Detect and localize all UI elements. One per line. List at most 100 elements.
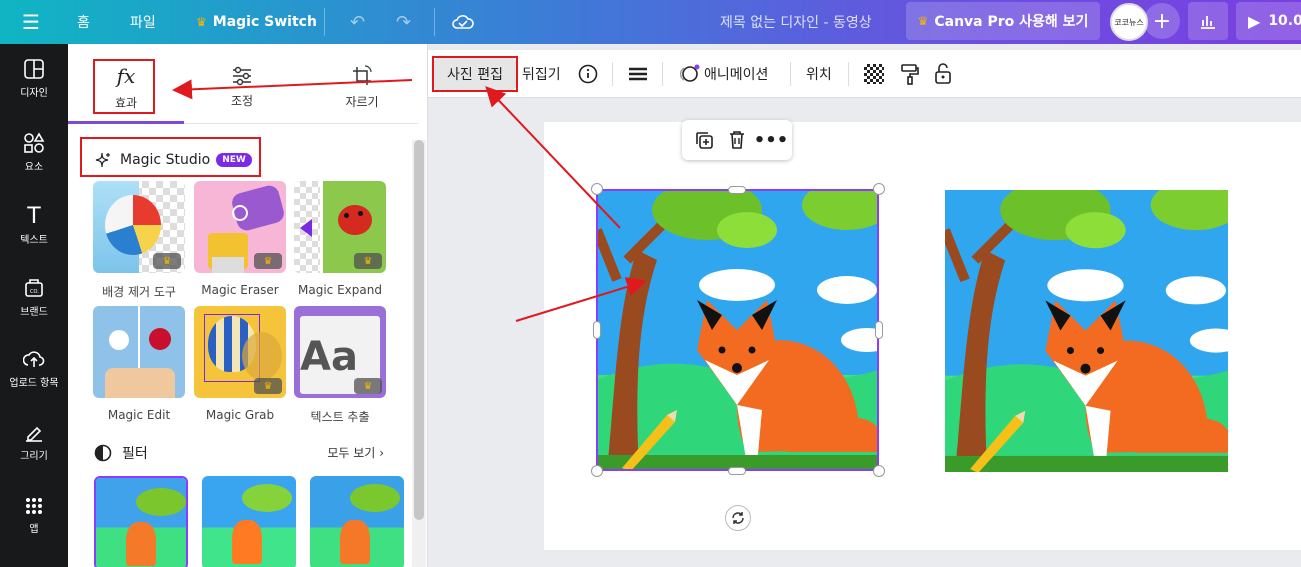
- resize-handle[interactable]: [593, 321, 601, 339]
- tool-text-extract[interactable]: Aa ♛ 텍스트 추출: [294, 306, 386, 425]
- filters-header: 필터 모두 보기 ›: [94, 442, 384, 464]
- filter-thumbnail[interactable]: [94, 476, 188, 567]
- resize-handle[interactable]: [728, 467, 746, 475]
- tool-thumbnail: ♛: [194, 306, 286, 398]
- layout-icon: [24, 58, 44, 79]
- divider: [612, 62, 613, 86]
- rail-item-label: 디자인: [20, 87, 48, 99]
- tab-adjust[interactable]: 조정: [192, 52, 292, 122]
- crown-icon: ♛: [254, 253, 282, 269]
- crown-icon: ♛: [254, 378, 282, 394]
- insights-button[interactable]: [1188, 2, 1228, 40]
- try-pro-label: Canva Pro 사용해 보기: [934, 14, 1089, 30]
- magic-switch-button[interactable]: ♛ Magic Switch: [196, 0, 317, 44]
- filter-thumbnail[interactable]: [202, 476, 296, 567]
- tool-magic-grab[interactable]: ♛ Magic Grab: [194, 306, 286, 422]
- effects-panel: fx 효과 조정 자르기 Magic Studio NEW ♛ 배경 제거 도구: [68, 44, 428, 567]
- resize-handle[interactable]: [591, 465, 603, 477]
- resize-handle[interactable]: [728, 186, 746, 194]
- fox-illustration: [945, 190, 1228, 472]
- more-options-icon[interactable]: •••: [754, 128, 789, 152]
- cloud-saved-icon[interactable]: [452, 0, 474, 44]
- hamburger-icon[interactable]: ☰: [22, 0, 40, 44]
- crown-icon: ♛: [354, 378, 382, 394]
- tool-label: Magic Edit: [107, 408, 171, 422]
- text-sample-icon: Aa: [300, 334, 358, 380]
- tab-label: 조정: [230, 93, 254, 108]
- apps-icon: [26, 497, 42, 514]
- resize-handle[interactable]: [873, 183, 885, 195]
- fox-image[interactable]: [945, 190, 1228, 472]
- duplicate-icon[interactable]: [692, 128, 716, 152]
- animate-label: 애니메이션: [704, 67, 769, 83]
- draw-icon: [26, 426, 42, 442]
- upload-icon: [23, 350, 45, 367]
- flip-button[interactable]: 뒤집기: [522, 50, 561, 98]
- tab-crop[interactable]: 자르기: [312, 52, 412, 122]
- resize-handle[interactable]: [873, 465, 885, 477]
- rail-item-elements[interactable]: 요소: [0, 121, 68, 183]
- divider: [848, 62, 849, 86]
- scrollbar-thumb[interactable]: [414, 140, 424, 520]
- rail-item-design[interactable]: 디자인: [0, 47, 68, 109]
- crown-icon: ♛: [917, 14, 929, 28]
- resize-handle[interactable]: [591, 183, 603, 195]
- tool-thumbnail: [93, 306, 185, 398]
- try-pro-button[interactable]: ♛ Canva Pro 사용해 보기: [906, 2, 1100, 40]
- tool-label: 배경 제거 도구: [102, 285, 176, 299]
- rail-item-draw[interactable]: 그리기: [0, 410, 68, 472]
- context-toolbar: 사진 편집 뒤집기 애니메이션 위치: [428, 50, 1301, 98]
- tool-magic-eraser[interactable]: ♛ Magic Eraser: [194, 181, 286, 297]
- file-menu[interactable]: 파일: [130, 0, 156, 44]
- unlock-icon[interactable]: [934, 50, 952, 98]
- line-weight-icon[interactable]: [628, 50, 648, 98]
- filters-title: 필터: [122, 446, 148, 462]
- selection-frame[interactable]: [596, 189, 879, 471]
- filter-thumbnail[interactable]: [310, 476, 404, 567]
- add-collaborator-button[interactable]: +: [1144, 3, 1180, 39]
- resize-handle[interactable]: [875, 321, 883, 339]
- info-icon[interactable]: [578, 50, 598, 98]
- crown-icon: ♛: [153, 253, 181, 269]
- tool-label: Magic Grab: [205, 408, 275, 422]
- active-tab-indicator: [68, 121, 184, 124]
- position-button[interactable]: 위치: [806, 50, 832, 98]
- crown-icon: ♛: [196, 15, 207, 29]
- tool-thumbnail: ♛: [93, 181, 185, 273]
- redo-icon[interactable]: ↷: [396, 0, 411, 44]
- see-all-link[interactable]: 모두 보기 ›: [327, 444, 384, 461]
- annotation-box: [93, 59, 155, 114]
- undo-icon[interactable]: ↶: [350, 0, 365, 44]
- tool-label: 텍스트 추출: [310, 410, 370, 424]
- tool-magic-expand[interactable]: ♛ Magic Expand: [294, 181, 386, 297]
- rail-item-text[interactable]: T 텍스트: [0, 194, 68, 256]
- rail-item-uploads[interactable]: 업로드 항목: [0, 337, 68, 399]
- left-rail: 디자인 요소 T 텍스트 CO. 브랜드 업로드 항목 그리기 앱: [0, 44, 68, 567]
- bar-chart-icon: [1201, 16, 1215, 29]
- paint-roller-icon[interactable]: [900, 50, 920, 98]
- design-title[interactable]: 제목 없는 디자인 - 동영상: [720, 0, 872, 44]
- text-icon: T: [27, 204, 41, 229]
- rotate-handle[interactable]: [725, 505, 751, 531]
- home-menu[interactable]: 홈: [77, 0, 90, 44]
- top-bar: ☰ 홈 파일 ♛ Magic Switch ↶ ↷ 제목 없는 디자인 - 동영…: [0, 0, 1301, 44]
- brand-icon: CO.: [25, 278, 43, 297]
- annotation-box: [80, 137, 261, 177]
- crown-icon: ♛: [354, 253, 382, 269]
- avatar[interactable]: 코코뉴스: [1110, 3, 1148, 41]
- rail-item-apps[interactable]: 앱: [0, 484, 68, 546]
- panel-scrollbar[interactable]: [412, 140, 426, 567]
- rail-item-label: 앱: [29, 523, 39, 535]
- animate-button[interactable]: 애니메이션: [678, 50, 768, 98]
- present-button[interactable]: ▶ 10.0: [1236, 2, 1301, 40]
- tool-magic-edit[interactable]: Magic Edit: [93, 306, 185, 422]
- trash-icon[interactable]: [725, 128, 749, 152]
- tab-label: 자르기: [345, 94, 379, 109]
- transparency-icon[interactable]: [864, 50, 884, 98]
- shapes-icon: [24, 131, 45, 153]
- tool-thumbnail: Aa ♛: [294, 306, 386, 398]
- rail-item-brand[interactable]: CO. 브랜드: [0, 266, 68, 328]
- tool-bg-remover[interactable]: ♛ 배경 제거 도구: [93, 181, 185, 300]
- floating-toolbar: •••: [682, 120, 792, 160]
- tool-thumbnail: ♛: [294, 181, 386, 273]
